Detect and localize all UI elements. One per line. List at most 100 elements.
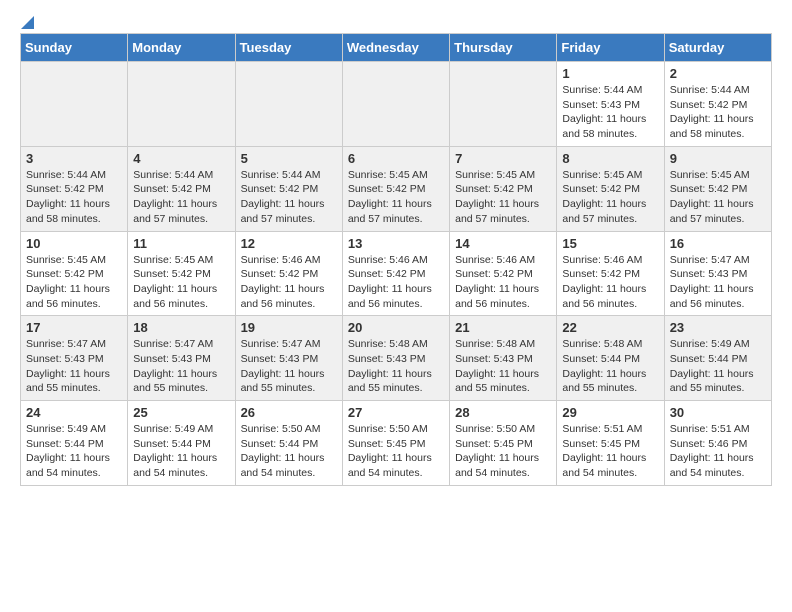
day-cell bbox=[235, 62, 342, 147]
logo bbox=[20, 16, 34, 23]
day-info: Sunrise: 5:46 AM Sunset: 5:42 PM Dayligh… bbox=[241, 253, 337, 312]
day-number: 26 bbox=[241, 405, 337, 420]
day-cell: 24 Sunrise: 5:49 AM Sunset: 5:44 PM Dayli… bbox=[21, 401, 128, 486]
weekday-header-saturday: Saturday bbox=[664, 34, 771, 62]
day-info: Sunrise: 5:44 AM Sunset: 5:42 PM Dayligh… bbox=[133, 168, 229, 227]
day-info: Sunrise: 5:45 AM Sunset: 5:42 PM Dayligh… bbox=[562, 168, 658, 227]
weekday-header-thursday: Thursday bbox=[450, 34, 557, 62]
day-info: Sunrise: 5:49 AM Sunset: 5:44 PM Dayligh… bbox=[670, 337, 766, 396]
day-info: Sunrise: 5:45 AM Sunset: 5:42 PM Dayligh… bbox=[26, 253, 122, 312]
day-cell bbox=[21, 62, 128, 147]
day-info: Sunrise: 5:48 AM Sunset: 5:44 PM Dayligh… bbox=[562, 337, 658, 396]
day-cell: 29 Sunrise: 5:51 AM Sunset: 5:45 PM Dayli… bbox=[557, 401, 664, 486]
day-cell: 8 Sunrise: 5:45 AM Sunset: 5:42 PM Daylig… bbox=[557, 146, 664, 231]
week-row-4: 17 Sunrise: 5:47 AM Sunset: 5:43 PM Dayli… bbox=[21, 316, 772, 401]
logo-arrow-icon bbox=[21, 16, 34, 29]
day-cell: 26 Sunrise: 5:50 AM Sunset: 5:44 PM Dayli… bbox=[235, 401, 342, 486]
day-info: Sunrise: 5:47 AM Sunset: 5:43 PM Dayligh… bbox=[26, 337, 122, 396]
day-info: Sunrise: 5:47 AM Sunset: 5:43 PM Dayligh… bbox=[670, 253, 766, 312]
day-number: 11 bbox=[133, 236, 229, 251]
weekday-header-friday: Friday bbox=[557, 34, 664, 62]
day-info: Sunrise: 5:49 AM Sunset: 5:44 PM Dayligh… bbox=[133, 422, 229, 481]
day-info: Sunrise: 5:45 AM Sunset: 5:42 PM Dayligh… bbox=[670, 168, 766, 227]
day-info: Sunrise: 5:45 AM Sunset: 5:42 PM Dayligh… bbox=[455, 168, 551, 227]
weekday-header-wednesday: Wednesday bbox=[342, 34, 449, 62]
day-number: 18 bbox=[133, 320, 229, 335]
day-info: Sunrise: 5:47 AM Sunset: 5:43 PM Dayligh… bbox=[133, 337, 229, 396]
day-info: Sunrise: 5:45 AM Sunset: 5:42 PM Dayligh… bbox=[348, 168, 444, 227]
day-number: 25 bbox=[133, 405, 229, 420]
day-cell: 9 Sunrise: 5:45 AM Sunset: 5:42 PM Daylig… bbox=[664, 146, 771, 231]
day-cell: 21 Sunrise: 5:48 AM Sunset: 5:43 PM Dayli… bbox=[450, 316, 557, 401]
day-number: 28 bbox=[455, 405, 551, 420]
day-cell: 16Sunrise: 5:47 AM Sunset: 5:43 PM Dayli… bbox=[664, 231, 771, 316]
week-row-5: 24 Sunrise: 5:49 AM Sunset: 5:44 PM Dayli… bbox=[21, 401, 772, 486]
day-info: Sunrise: 5:44 AM Sunset: 5:42 PM Dayligh… bbox=[26, 168, 122, 227]
day-info: Sunrise: 5:44 AM Sunset: 5:42 PM Dayligh… bbox=[670, 83, 766, 142]
day-number: 14 bbox=[455, 236, 551, 251]
day-cell: 5 Sunrise: 5:44 AM Sunset: 5:42 PM Daylig… bbox=[235, 146, 342, 231]
day-number: 21 bbox=[455, 320, 551, 335]
day-cell bbox=[450, 62, 557, 147]
day-cell: 3 Sunrise: 5:44 AM Sunset: 5:42 PM Daylig… bbox=[21, 146, 128, 231]
page: SundayMondayTuesdayWednesdayThursdayFrid… bbox=[0, 0, 792, 502]
day-number: 5 bbox=[241, 151, 337, 166]
day-cell: 14 Sunrise: 5:46 AM Sunset: 5:42 PM Dayli… bbox=[450, 231, 557, 316]
day-cell: 22 Sunrise: 5:48 AM Sunset: 5:44 PM Dayli… bbox=[557, 316, 664, 401]
day-cell: 4 Sunrise: 5:44 AM Sunset: 5:42 PM Daylig… bbox=[128, 146, 235, 231]
day-cell: 17 Sunrise: 5:47 AM Sunset: 5:43 PM Dayli… bbox=[21, 316, 128, 401]
day-number: 27 bbox=[348, 405, 444, 420]
day-info: Sunrise: 5:50 AM Sunset: 5:44 PM Dayligh… bbox=[241, 422, 337, 481]
day-number: 13 bbox=[348, 236, 444, 251]
day-info: Sunrise: 5:50 AM Sunset: 5:45 PM Dayligh… bbox=[348, 422, 444, 481]
day-info: Sunrise: 5:45 AM Sunset: 5:42 PM Dayligh… bbox=[133, 253, 229, 312]
day-number: 9 bbox=[670, 151, 766, 166]
day-number: 8 bbox=[562, 151, 658, 166]
weekday-header-sunday: Sunday bbox=[21, 34, 128, 62]
day-cell: 27 Sunrise: 5:50 AM Sunset: 5:45 PM Dayli… bbox=[342, 401, 449, 486]
day-cell: 15 Sunrise: 5:46 AM Sunset: 5:42 PM Dayli… bbox=[557, 231, 664, 316]
day-cell: 2 Sunrise: 5:44 AM Sunset: 5:42 PM Daylig… bbox=[664, 62, 771, 147]
day-number: 24 bbox=[26, 405, 122, 420]
day-info: Sunrise: 5:46 AM Sunset: 5:42 PM Dayligh… bbox=[562, 253, 658, 312]
day-cell: 18 Sunrise: 5:47 AM Sunset: 5:43 PM Dayli… bbox=[128, 316, 235, 401]
day-number: 15 bbox=[562, 236, 658, 251]
day-cell: 20 Sunrise: 5:48 AM Sunset: 5:43 PM Dayli… bbox=[342, 316, 449, 401]
day-cell bbox=[342, 62, 449, 147]
day-number: 30 bbox=[670, 405, 766, 420]
weekday-header-tuesday: Tuesday bbox=[235, 34, 342, 62]
day-number: 2 bbox=[670, 66, 766, 81]
day-info: Sunrise: 5:48 AM Sunset: 5:43 PM Dayligh… bbox=[455, 337, 551, 396]
week-row-3: 10Sunrise: 5:45 AM Sunset: 5:42 PM Dayli… bbox=[21, 231, 772, 316]
day-cell: 1Sunrise: 5:44 AM Sunset: 5:43 PM Daylig… bbox=[557, 62, 664, 147]
day-cell bbox=[128, 62, 235, 147]
day-number: 20 bbox=[348, 320, 444, 335]
day-number: 29 bbox=[562, 405, 658, 420]
day-number: 22 bbox=[562, 320, 658, 335]
day-cell: 28 Sunrise: 5:50 AM Sunset: 5:45 PM Dayli… bbox=[450, 401, 557, 486]
day-info: Sunrise: 5:46 AM Sunset: 5:42 PM Dayligh… bbox=[455, 253, 551, 312]
week-row-2: 3 Sunrise: 5:44 AM Sunset: 5:42 PM Daylig… bbox=[21, 146, 772, 231]
day-info: Sunrise: 5:47 AM Sunset: 5:43 PM Dayligh… bbox=[241, 337, 337, 396]
day-cell: 6 Sunrise: 5:45 AM Sunset: 5:42 PM Daylig… bbox=[342, 146, 449, 231]
day-number: 19 bbox=[241, 320, 337, 335]
day-number: 17 bbox=[26, 320, 122, 335]
day-info: Sunrise: 5:44 AM Sunset: 5:43 PM Dayligh… bbox=[562, 83, 658, 142]
day-cell: 19 Sunrise: 5:47 AM Sunset: 5:43 PM Dayli… bbox=[235, 316, 342, 401]
weekday-header-row: SundayMondayTuesdayWednesdayThursdayFrid… bbox=[21, 34, 772, 62]
day-number: 6 bbox=[348, 151, 444, 166]
day-cell: 25 Sunrise: 5:49 AM Sunset: 5:44 PM Dayli… bbox=[128, 401, 235, 486]
day-info: Sunrise: 5:48 AM Sunset: 5:43 PM Dayligh… bbox=[348, 337, 444, 396]
day-info: Sunrise: 5:50 AM Sunset: 5:45 PM Dayligh… bbox=[455, 422, 551, 481]
header bbox=[20, 16, 772, 23]
day-info: Sunrise: 5:49 AM Sunset: 5:44 PM Dayligh… bbox=[26, 422, 122, 481]
day-info: Sunrise: 5:44 AM Sunset: 5:42 PM Dayligh… bbox=[241, 168, 337, 227]
day-number: 3 bbox=[26, 151, 122, 166]
day-info: Sunrise: 5:51 AM Sunset: 5:45 PM Dayligh… bbox=[562, 422, 658, 481]
day-info: Sunrise: 5:46 AM Sunset: 5:42 PM Dayligh… bbox=[348, 253, 444, 312]
day-number: 12 bbox=[241, 236, 337, 251]
day-cell: 30Sunrise: 5:51 AM Sunset: 5:46 PM Dayli… bbox=[664, 401, 771, 486]
day-cell: 7Sunrise: 5:45 AM Sunset: 5:42 PM Daylig… bbox=[450, 146, 557, 231]
day-number: 4 bbox=[133, 151, 229, 166]
day-number: 23 bbox=[670, 320, 766, 335]
